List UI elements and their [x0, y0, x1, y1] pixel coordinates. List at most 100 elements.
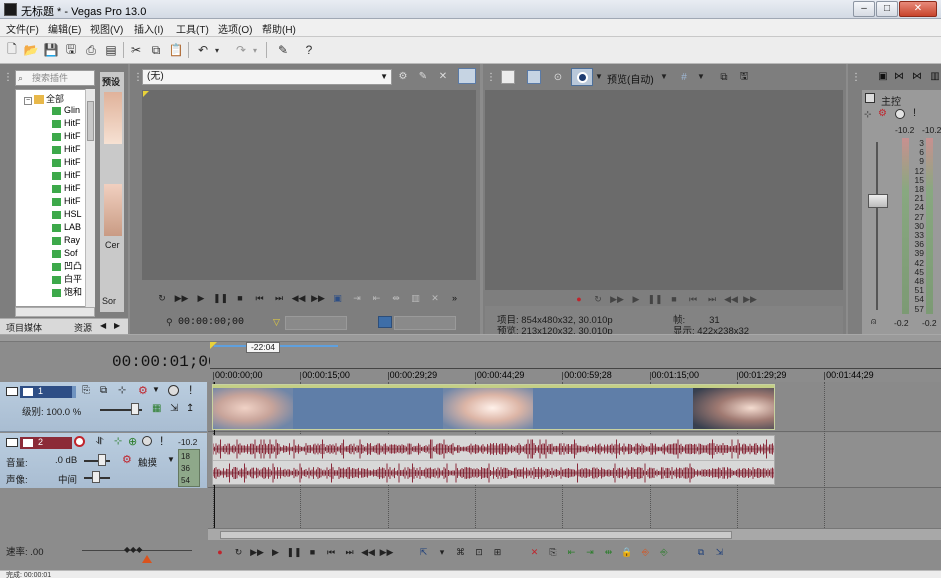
envelope-icon[interactable]: ⇲	[170, 403, 178, 414]
tab-scroll-right-icon[interactable]: ▶	[114, 321, 120, 330]
split-icon[interactable]: ▥	[408, 290, 424, 306]
solo-icon[interactable]: !	[160, 434, 163, 448]
rewind-icon[interactable]: ◀◀	[291, 290, 307, 306]
mute-icon[interactable]	[168, 385, 179, 396]
fast-forward-icon[interactable]: ▶▶	[379, 544, 395, 560]
master-fader-handle[interactable]	[868, 194, 888, 208]
out-point-field[interactable]	[394, 316, 456, 330]
properties-icon[interactable]: ▤	[102, 41, 120, 59]
preset-thumbnail[interactable]	[104, 184, 122, 236]
snap-icon[interactable]: ⧉	[693, 544, 709, 560]
render-icon[interactable]: ⎙	[82, 41, 100, 59]
trimmer-source-dropdown[interactable]: (无) ▼	[142, 69, 392, 85]
scrollbar-thumb[interactable]	[220, 531, 732, 539]
trim-icon[interactable]: ⎘	[545, 544, 561, 560]
pause-icon[interactable]: ❚❚	[647, 291, 663, 307]
split-screen-icon[interactable]: ⊙	[551, 70, 565, 84]
new-icon[interactable]: 🗋	[3, 41, 21, 59]
preview-device-icon[interactable]	[501, 70, 515, 84]
video-output-icon[interactable]	[527, 70, 541, 84]
redo-icon[interactable]: ↷	[232, 41, 250, 59]
play-icon[interactable]: ▶	[268, 544, 284, 560]
loop-icon[interactable]: ↻	[154, 290, 170, 306]
panel-splitter[interactable]	[0, 334, 941, 342]
region-icon[interactable]: ⎆	[656, 544, 672, 560]
add-to-timeline-icon[interactable]: ▣	[330, 290, 346, 306]
bypass-icon[interactable]: ▦	[152, 403, 161, 414]
stop-icon[interactable]: ■	[305, 544, 321, 560]
envelope-tool-icon[interactable]: ⌘	[453, 544, 469, 560]
undo-icon[interactable]: ↶	[194, 41, 212, 59]
plugin-item[interactable]: HSL	[52, 208, 82, 221]
save-as-icon[interactable]: 🖫	[62, 41, 80, 59]
tab-explorer[interactable]: 资源	[74, 321, 92, 334]
maximize-button[interactable]: □	[876, 1, 898, 17]
stop-icon[interactable]: ■	[232, 290, 248, 306]
tool-icon[interactable]: ✎	[274, 41, 292, 59]
menu-help[interactable]: 帮助(H)	[262, 21, 296, 36]
overlays-button[interactable]	[571, 68, 593, 86]
record-icon[interactable]: ●	[212, 544, 228, 560]
insert-fx-icon[interactable]: ⊹	[864, 109, 872, 120]
compositing-icon[interactable]: ⧉	[100, 385, 107, 396]
collapse-icon[interactable]	[6, 438, 18, 447]
solo-icon[interactable]: !	[189, 383, 192, 397]
rewind-icon[interactable]: ◀◀	[360, 544, 376, 560]
mute-icon[interactable]	[142, 436, 152, 446]
copy-snapshot-icon[interactable]: ⧉	[717, 70, 731, 84]
fx-gear-icon[interactable]: ⚙	[138, 384, 148, 397]
zoom-tool-icon[interactable]: ⊞	[490, 544, 506, 560]
lock-icon[interactable]: ⍝	[871, 316, 876, 327]
selection-tool-icon[interactable]: ⊡	[471, 544, 487, 560]
pause-icon[interactable]: ❚❚	[213, 290, 229, 306]
trim-end-icon[interactable]: ⇥	[582, 544, 598, 560]
collapse-icon[interactable]: −	[24, 97, 32, 105]
prev-frame-icon[interactable]: ⏮	[685, 291, 701, 307]
plugin-item[interactable]: 饱和	[52, 286, 82, 299]
pan-slider-handle[interactable]	[92, 471, 100, 483]
loop-icon[interactable]: ↻	[231, 544, 247, 560]
[interactable]	[508, 544, 524, 560]
volume-slider-handle[interactable]	[98, 454, 106, 466]
level-slider-handle[interactable]	[131, 403, 139, 415]
plugin-item[interactable]: HitF	[52, 130, 81, 143]
more-icon[interactable]: »	[447, 290, 463, 306]
insert-icon[interactable]: ⇥	[349, 290, 365, 306]
overwrite-icon[interactable]: ⇤	[369, 290, 385, 306]
record-icon[interactable]: ●	[571, 291, 587, 307]
play-from-start-icon[interactable]: ▶▶	[174, 290, 190, 306]
menu-edit[interactable]: 编辑(E)	[48, 21, 81, 36]
[interactable]	[675, 544, 691, 560]
fx-icon[interactable]: ⊹	[118, 385, 126, 396]
plugin-item[interactable]: 凹凸	[52, 260, 82, 273]
fit-icon[interactable]: ⇹	[388, 290, 404, 306]
next-frame-icon[interactable]: ⏭	[271, 290, 287, 306]
preset-thumbnail[interactable]	[104, 92, 122, 144]
redo-dropdown-icon[interactable]: ▾	[250, 41, 260, 59]
chevron-down-icon[interactable]: ▼	[660, 72, 668, 81]
meter-options-icon[interactable]: ▥	[928, 69, 941, 83]
mixer-icon[interactable]: ▣	[876, 69, 890, 83]
play-from-start-icon[interactable]: ▶▶	[249, 544, 265, 560]
delete-icon[interactable]: ✕	[527, 544, 543, 560]
save-icon[interactable]: 💾	[42, 41, 60, 59]
plugin-tree-scrollbar[interactable]	[85, 89, 95, 307]
next-frame-icon[interactable]: ⏭	[704, 291, 720, 307]
preview-quality-dropdown[interactable]: 预览(自动)	[607, 71, 654, 86]
plugin-search-input[interactable]: 搜索插件	[15, 70, 95, 86]
grid-icon[interactable]: #	[677, 70, 691, 84]
chevron-down-icon[interactable]: ▼	[152, 385, 160, 394]
trimmer-close-icon[interactable]: ✕	[436, 69, 450, 83]
help-icon[interactable]: ?	[300, 41, 318, 59]
plugin-item[interactable]: HitF	[52, 156, 81, 169]
rate-slider-handle[interactable]: ◆◆◆	[124, 545, 142, 554]
fx-gear-icon[interactable]: ⚙	[878, 108, 887, 119]
plugin-item[interactable]: HitF	[52, 117, 81, 130]
chevron-down-icon[interactable]: ▼	[697, 72, 705, 81]
go-start-icon[interactable]: ⏮	[323, 544, 339, 560]
mute-icon[interactable]	[895, 109, 905, 119]
play-icon[interactable]: ▶	[628, 291, 644, 307]
plugin-item[interactable]: HitF	[52, 195, 81, 208]
copy-icon[interactable]: ⧉	[147, 41, 165, 59]
auto-ripple-icon[interactable]: ⇲	[712, 544, 728, 560]
